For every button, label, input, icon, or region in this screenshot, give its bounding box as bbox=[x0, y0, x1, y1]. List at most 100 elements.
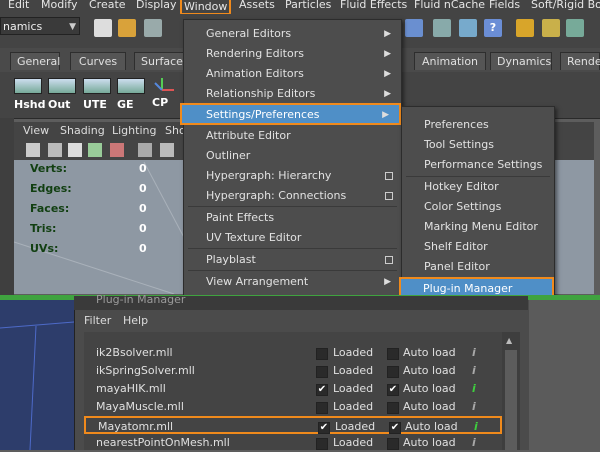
loaded-checkbox[interactable] bbox=[316, 348, 328, 360]
option-box-icon[interactable] bbox=[385, 192, 393, 200]
plugin-manager-titlebar[interactable]: Plug-in Manager bbox=[74, 293, 528, 310]
loaded-checkbox[interactable] bbox=[316, 438, 328, 450]
camera-icon[interactable] bbox=[26, 143, 40, 157]
plugin-row[interactable]: nearestPointOnMesh.mll Loaded Auto load i bbox=[84, 434, 502, 452]
shelf-button-ute[interactable]: UTE bbox=[83, 78, 111, 111]
image-plane-icon[interactable] bbox=[88, 143, 102, 157]
submenu-item-label: Shelf Editor bbox=[424, 240, 488, 253]
tool-settings-icon[interactable] bbox=[566, 19, 584, 37]
submenu-item-performance-settings[interactable]: Performance Settings bbox=[402, 155, 554, 175]
submenu-item-hotkey-editor[interactable]: Hotkey Editor bbox=[402, 177, 554, 197]
menu-item-hypergraph-connections[interactable]: Hypergraph: Connections bbox=[184, 186, 401, 206]
info-icon[interactable]: i bbox=[472, 344, 476, 362]
menu-fields[interactable]: Fields bbox=[489, 0, 520, 11]
shelf-tab-rendering[interactable]: Rende bbox=[560, 52, 600, 70]
menu-item-settings-preferences[interactable]: Settings/Preferences ▶ bbox=[180, 103, 401, 125]
submenu-item-panel-editor[interactable]: Panel Editor bbox=[402, 257, 554, 277]
menu-item-rendering-editors[interactable]: Rendering Editors ▶ bbox=[184, 44, 401, 64]
menu-item-uv-texture-editor[interactable]: UV Texture Editor bbox=[184, 228, 401, 248]
shelf-button-hshd[interactable]: Hshd bbox=[14, 78, 45, 111]
plugin-list-scrollbar[interactable]: ▲ bbox=[502, 332, 520, 450]
autoload-checkbox[interactable]: ✔ bbox=[387, 384, 399, 396]
info-icon[interactable]: i bbox=[472, 362, 476, 380]
scroll-up-icon[interactable]: ▲ bbox=[506, 336, 512, 345]
submenu-item-color-settings[interactable]: Color Settings bbox=[402, 197, 554, 217]
menu-item-outliner[interactable]: Outliner bbox=[184, 146, 401, 166]
autoload-checkbox[interactable] bbox=[387, 438, 399, 450]
camera-attributes-icon[interactable] bbox=[48, 143, 62, 157]
menu-item-animation-editors[interactable]: Animation Editors ▶ bbox=[184, 64, 401, 84]
shelf-tab-dynamics[interactable]: Dynamics bbox=[490, 52, 552, 70]
menu-item-relationship-editors[interactable]: Relationship Editors ▶ bbox=[184, 84, 401, 104]
two-d-pan-icon[interactable] bbox=[110, 143, 124, 157]
render-settings-icon[interactable] bbox=[459, 19, 477, 37]
info-icon[interactable]: i bbox=[472, 398, 476, 416]
menu-item-paint-effects[interactable]: Paint Effects bbox=[184, 208, 401, 228]
submenu-item-marking-menu-editor[interactable]: Marking Menu Editor bbox=[402, 217, 554, 237]
loaded-checkbox[interactable] bbox=[316, 402, 328, 414]
help-icon[interactable]: ? bbox=[484, 19, 502, 37]
menu-modify[interactable]: Modify bbox=[41, 0, 77, 11]
loaded-checkbox[interactable]: ✔ bbox=[318, 422, 330, 434]
new-scene-icon[interactable] bbox=[94, 19, 112, 37]
menu-window[interactable]: Window bbox=[180, 0, 232, 15]
plugin-row[interactable]: mayaHIK.mll ✔ Loaded ✔ Auto load i bbox=[84, 380, 502, 398]
autoload-checkbox[interactable] bbox=[387, 402, 399, 414]
render-icon[interactable] bbox=[405, 19, 423, 37]
save-icon[interactable] bbox=[144, 19, 162, 37]
viewport-menu-shading[interactable]: Shading bbox=[60, 124, 105, 137]
menu-item-view-arrangement[interactable]: View Arrangement ▶ bbox=[184, 272, 401, 292]
attribute-editor-icon[interactable] bbox=[542, 19, 560, 37]
menu-fluid-ncache[interactable]: Fluid nCache bbox=[414, 0, 485, 11]
option-box-icon[interactable] bbox=[385, 256, 393, 264]
shelf-tab-general[interactable]: General bbox=[10, 52, 60, 70]
menu-help[interactable]: Help bbox=[123, 314, 148, 327]
loaded-checkbox[interactable] bbox=[316, 366, 328, 378]
submenu-item-plugin-manager[interactable]: Plug-in Manager bbox=[399, 277, 554, 297]
shelf-tab-curves[interactable]: Curves bbox=[70, 52, 126, 70]
plugin-row[interactable]: ikSpringSolver.mll Loaded Auto load i bbox=[84, 362, 502, 380]
shelf-tab-animation[interactable]: Animation bbox=[414, 52, 486, 70]
ipr-render-icon[interactable] bbox=[433, 19, 451, 37]
submenu-item-tool-settings[interactable]: Tool Settings bbox=[402, 135, 554, 155]
menu-filter[interactable]: Filter bbox=[84, 314, 111, 327]
menu-create[interactable]: Create bbox=[89, 0, 126, 11]
menu-set-combo[interactable]: namics ▼ bbox=[0, 17, 80, 35]
info-icon[interactable]: i bbox=[472, 434, 476, 452]
submenu-item-shelf-editor[interactable]: Shelf Editor bbox=[402, 237, 554, 257]
submenu-item-label: Hotkey Editor bbox=[424, 180, 499, 193]
menu-particles[interactable]: Particles bbox=[285, 0, 331, 11]
autoload-checkbox[interactable] bbox=[387, 348, 399, 360]
film-gate-icon[interactable] bbox=[160, 143, 174, 157]
shelf-button-out[interactable]: Out bbox=[48, 78, 76, 111]
menu-item-attribute-editor[interactable]: Attribute Editor bbox=[184, 126, 401, 146]
viewport-menu-view[interactable]: View bbox=[23, 124, 49, 137]
menu-edit[interactable]: Edit bbox=[8, 0, 29, 11]
shelf-button-ge[interactable]: GE bbox=[117, 78, 145, 111]
plugin-row[interactable]: MayaMuscle.mll Loaded Auto load i bbox=[84, 398, 502, 416]
open-folder-icon[interactable] bbox=[118, 19, 136, 37]
menu-item-general-editors[interactable]: General Editors ▶ bbox=[184, 24, 401, 44]
viewport-menu-lighting[interactable]: Lighting bbox=[112, 124, 156, 137]
menu-assets[interactable]: Assets bbox=[239, 0, 275, 11]
autoload-checkbox[interactable] bbox=[387, 366, 399, 378]
menu-display[interactable]: Display bbox=[136, 0, 177, 11]
plugin-row[interactable]: ik2Bsolver.mll Loaded Auto load i bbox=[84, 344, 502, 362]
menu-item-hypergraph-hierarchy[interactable]: Hypergraph: Hierarchy bbox=[184, 166, 401, 186]
scrollbar-thumb[interactable] bbox=[505, 350, 517, 450]
lock-icon[interactable] bbox=[516, 19, 534, 37]
bookmark-icon[interactable] bbox=[68, 143, 82, 157]
submenu-item-preferences[interactable]: Preferences bbox=[402, 115, 554, 135]
grid-icon[interactable] bbox=[138, 143, 152, 157]
autoload-label: Auto load bbox=[403, 346, 456, 359]
shelf-tab-surfaces[interactable]: Surfaces bbox=[134, 52, 189, 70]
menu-fluid-effects[interactable]: Fluid Effects bbox=[340, 0, 407, 11]
autoload-checkbox[interactable]: ✔ bbox=[389, 422, 401, 434]
menu-item-playblast[interactable]: Playblast bbox=[184, 250, 401, 270]
menu-soft-rigid-bodies[interactable]: Soft/Rigid Bod bbox=[531, 0, 600, 11]
shelf-button-cp[interactable]: CP bbox=[152, 78, 180, 110]
info-icon[interactable]: i bbox=[472, 380, 476, 398]
plugin-row[interactable]: Mayatomr.mll ✔ Loaded ✔ Auto load i bbox=[84, 416, 502, 434]
loaded-checkbox[interactable]: ✔ bbox=[316, 384, 328, 396]
option-box-icon[interactable] bbox=[385, 172, 393, 180]
